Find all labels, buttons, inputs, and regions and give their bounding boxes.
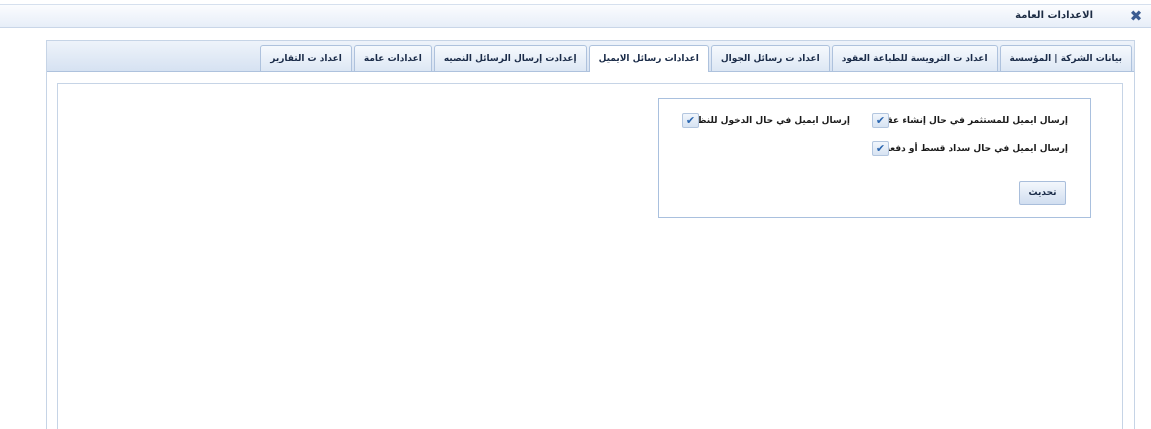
tab-company-info[interactable]: بيانات الشركة | المؤسسة (999, 45, 1132, 71)
tab-text-messages-sending[interactable]: إعدادت إرسال الرسائل النصيه (433, 45, 587, 71)
update-button[interactable]: تحديث (1019, 181, 1066, 205)
contract-email-label: إرسال ايميل للمستثمر في حال إنشاء عقد : (874, 116, 1068, 126)
tab-contract-header[interactable]: اعداد ت الترويسة للطباعة العقود (831, 45, 998, 71)
contract-email-checkbox[interactable]: ✔ (872, 113, 889, 128)
payment-email-checkbox[interactable]: ✔ (872, 141, 889, 156)
tab-email-messages[interactable]: اعدادات رسائل الايميل (588, 45, 709, 72)
tabs: بيانات الشركة | المؤسسة اعداد ت الترويسة… (260, 45, 1132, 72)
window-header: الاعدادات العامة ✖ (0, 4, 1151, 28)
tab-content: إرسال ايميل للمستثمر في حال إنشاء عقد : … (57, 83, 1123, 429)
login-email-checkbox[interactable]: ✔ (682, 113, 699, 128)
payment-email-label: إرسال ايميل في حال سداد قسط أو دفعة: (881, 144, 1068, 154)
tab-sms-messages[interactable]: اعداد ت رسائل الجوال (710, 45, 830, 71)
login-email-label: إرسال ايميل في حال الدخول للنظام: (684, 116, 850, 126)
tab-general-settings[interactable]: اعدادات عامة (353, 45, 432, 71)
tab-reports[interactable]: اعداد ت التقارير (260, 45, 352, 71)
tab-bar: بيانات الشركة | المؤسسة اعداد ت الترويسة… (47, 41, 1134, 72)
window-title: الاعدادات العامة (1015, 10, 1093, 21)
email-settings-box: إرسال ايميل للمستثمر في حال إنشاء عقد : … (658, 98, 1091, 218)
settings-panel: بيانات الشركة | المؤسسة اعداد ت الترويسة… (46, 40, 1135, 429)
close-icon[interactable]: ✖ (1129, 9, 1143, 24)
